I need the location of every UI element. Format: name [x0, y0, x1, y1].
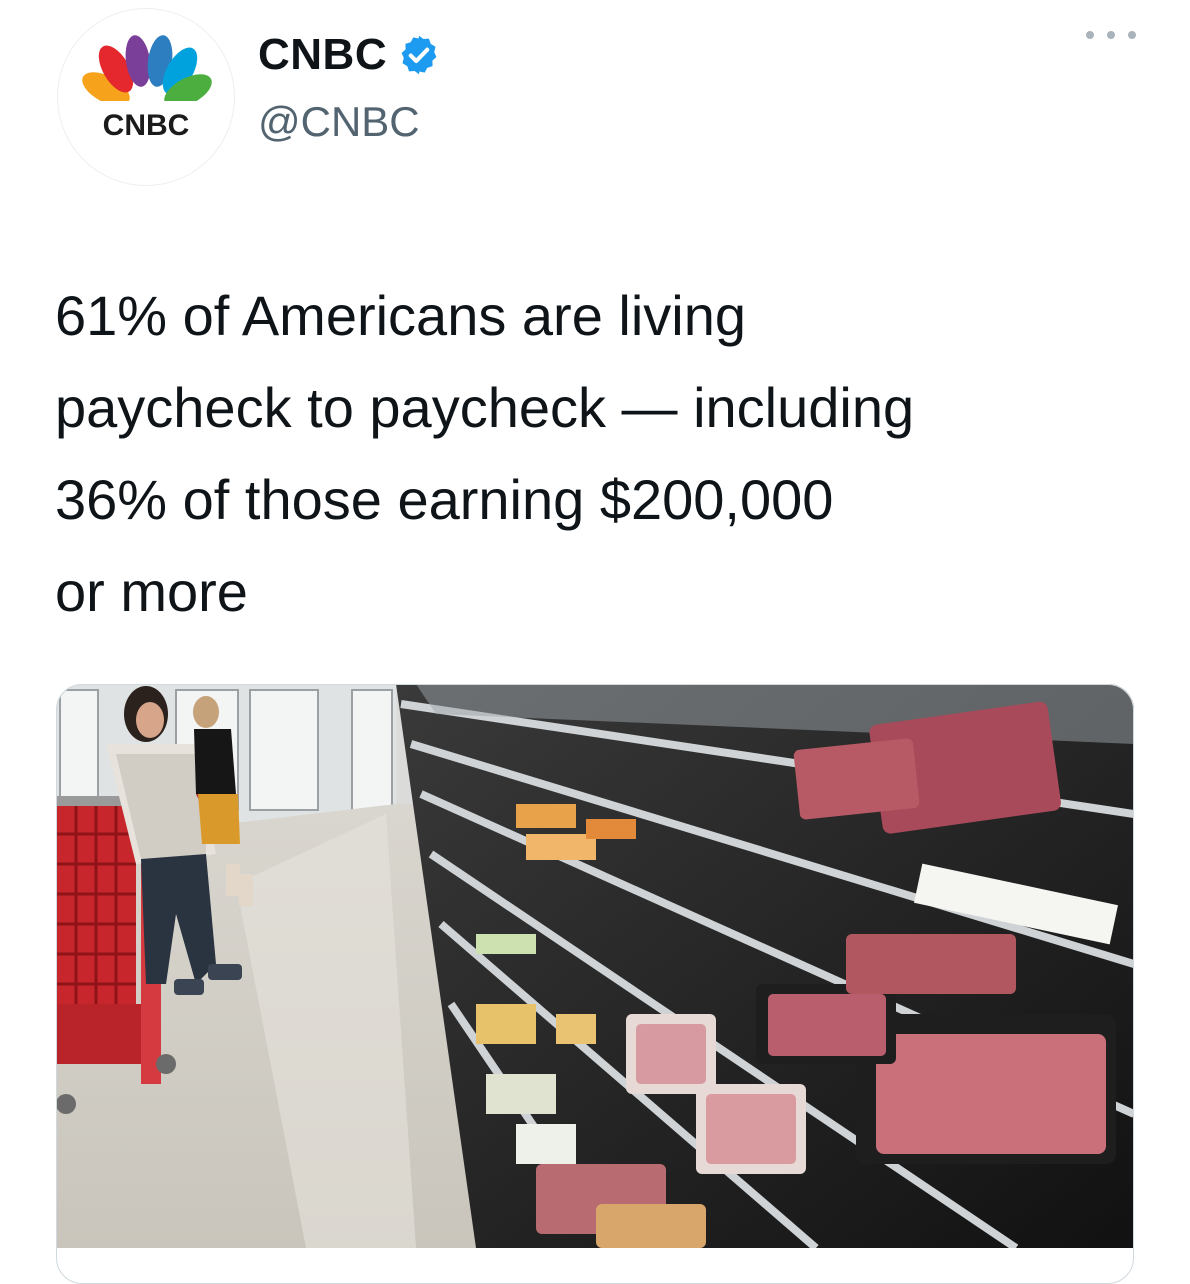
cnbc-logo-text: CNBC — [103, 109, 190, 142]
more-dot-icon — [1128, 31, 1136, 39]
more-dot-icon — [1086, 31, 1094, 39]
more-dot-icon — [1107, 31, 1115, 39]
cnbc-peacock-logo-icon: CNBC — [82, 35, 212, 142]
tweet-media-image[interactable] — [56, 684, 1134, 1248]
author-name-row[interactable]: CNBC — [258, 30, 441, 80]
author-handle[interactable]: @CNBC — [258, 98, 420, 146]
verified-badge-icon — [401, 35, 437, 75]
avatar[interactable]: CNBC — [57, 8, 235, 186]
supermarket-photo — [56, 684, 1134, 1248]
display-name[interactable]: CNBC — [258, 30, 387, 80]
tweet-text: 61% of Americans are living paycheck to … — [55, 284, 915, 623]
more-options-button[interactable] — [1086, 20, 1136, 50]
